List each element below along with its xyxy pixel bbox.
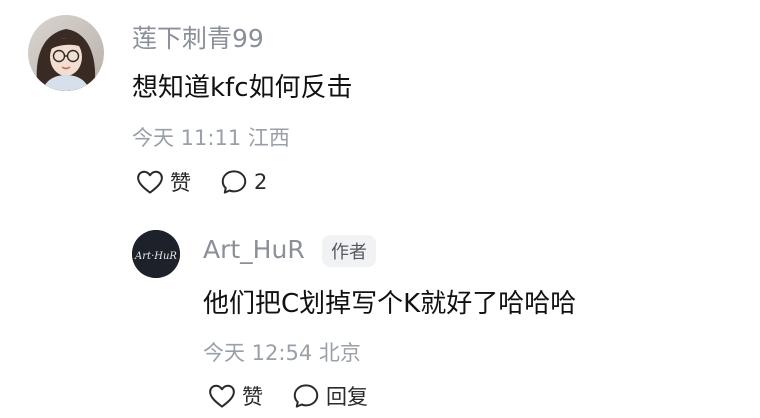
commenter-avatar-image — [28, 15, 104, 91]
author-avatar-image: Art·HuR — [132, 230, 180, 278]
avatar-signature: Art·HuR — [134, 251, 177, 262]
comment-bubble-icon — [221, 170, 247, 194]
comment-bubble-icon — [293, 384, 319, 408]
reply-actions: 赞 回复 — [207, 381, 368, 411]
reply-like-button[interactable]: 赞 — [207, 381, 263, 411]
reply-meta: 今天 12:54 北京 — [203, 341, 361, 365]
commenter-avatar[interactable] — [28, 15, 104, 91]
commenter-username[interactable]: 莲下刺青99 — [132, 19, 264, 55]
comment-text: 想知道kfc如何反击 — [132, 73, 353, 103]
heart-icon — [209, 384, 235, 408]
like-label: 赞 — [170, 171, 191, 195]
author-badge: 作者 — [322, 235, 376, 267]
comment-actions: 赞 2 — [135, 167, 267, 197]
reply-count: 2 — [254, 170, 268, 194]
reply-count-button[interactable]: 2 — [219, 167, 267, 197]
reply-text: 他们把C划掉写个K就好了哈哈哈 — [203, 289, 577, 319]
reply-like-label: 赞 — [242, 385, 263, 409]
reply-label: 回复 — [326, 385, 368, 409]
heart-icon — [137, 170, 163, 194]
author-avatar[interactable]: Art·HuR — [132, 230, 180, 278]
like-button[interactable]: 赞 — [135, 167, 191, 197]
comment-meta: 今天 11:11 江西 — [132, 126, 290, 150]
reply-button[interactable]: 回复 — [291, 381, 368, 411]
author-username[interactable]: Art_HuR — [203, 235, 305, 264]
